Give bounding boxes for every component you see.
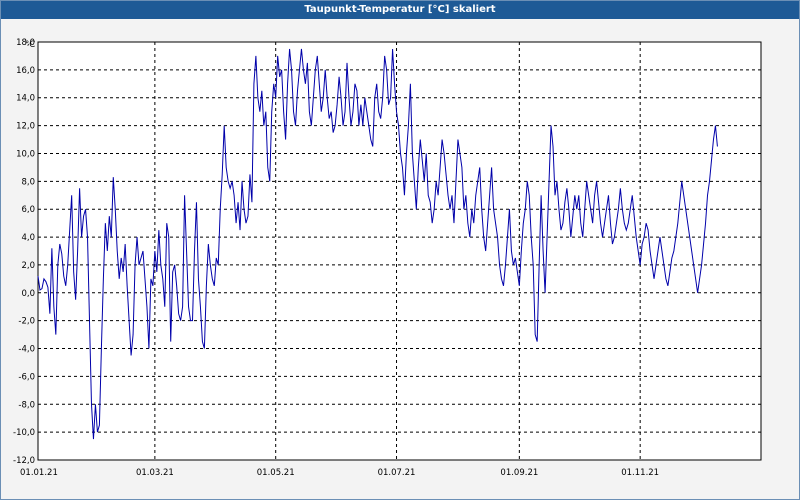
y-tick-label: -10,0: [13, 428, 35, 438]
plot-area: [37, 41, 762, 461]
x-tick-label: 01.09.21: [500, 468, 538, 478]
y-axis-label: °C: [25, 40, 35, 50]
y-tick-label: 8,0: [21, 177, 35, 187]
y-tick-label: 0,0: [21, 289, 35, 299]
x-tick-label: 01.07.21: [378, 468, 416, 478]
y-tick-label: 16,0: [16, 66, 35, 76]
y-tick-label: 4,0: [21, 233, 35, 243]
y-tick-label: 14,0: [16, 94, 35, 104]
x-axis-ticks: 01.01.21 01.03.21 01.05.21 01.07.21 01.09.21…: [20, 468, 659, 478]
y-axis-ticks: -12,0 -10,0 -8,0 -6,0 -4,0 -2,0 0,0 2,0 4,0 6,0 8,…: [13, 38, 35, 466]
x-tick-label: 01.05.21: [257, 468, 295, 478]
y-tick-label: 12,0: [16, 122, 35, 132]
y-tick-label: -6,0: [18, 372, 35, 382]
y-tick-label: -4,0: [18, 345, 35, 355]
x-tick-label: 01.03.21: [136, 468, 174, 478]
line-chart: -12,0 -10,0 -8,0 -6,0 -4,0 -2,0 0,0 2,0 4,0 6,0 8,…: [13, 38, 762, 478]
y-tick-label: -2,0: [18, 317, 35, 327]
y-tick-label: 6,0: [21, 205, 35, 215]
x-tick-label: 01.01.21: [20, 468, 58, 478]
y-tick-label: -8,0: [18, 400, 35, 410]
y-tick-label: -12,0: [13, 456, 35, 466]
y-tick-label: 10,0: [16, 149, 35, 159]
x-tick-label: 01.11.21: [621, 468, 659, 478]
y-tick-label: 2,0: [21, 261, 35, 271]
